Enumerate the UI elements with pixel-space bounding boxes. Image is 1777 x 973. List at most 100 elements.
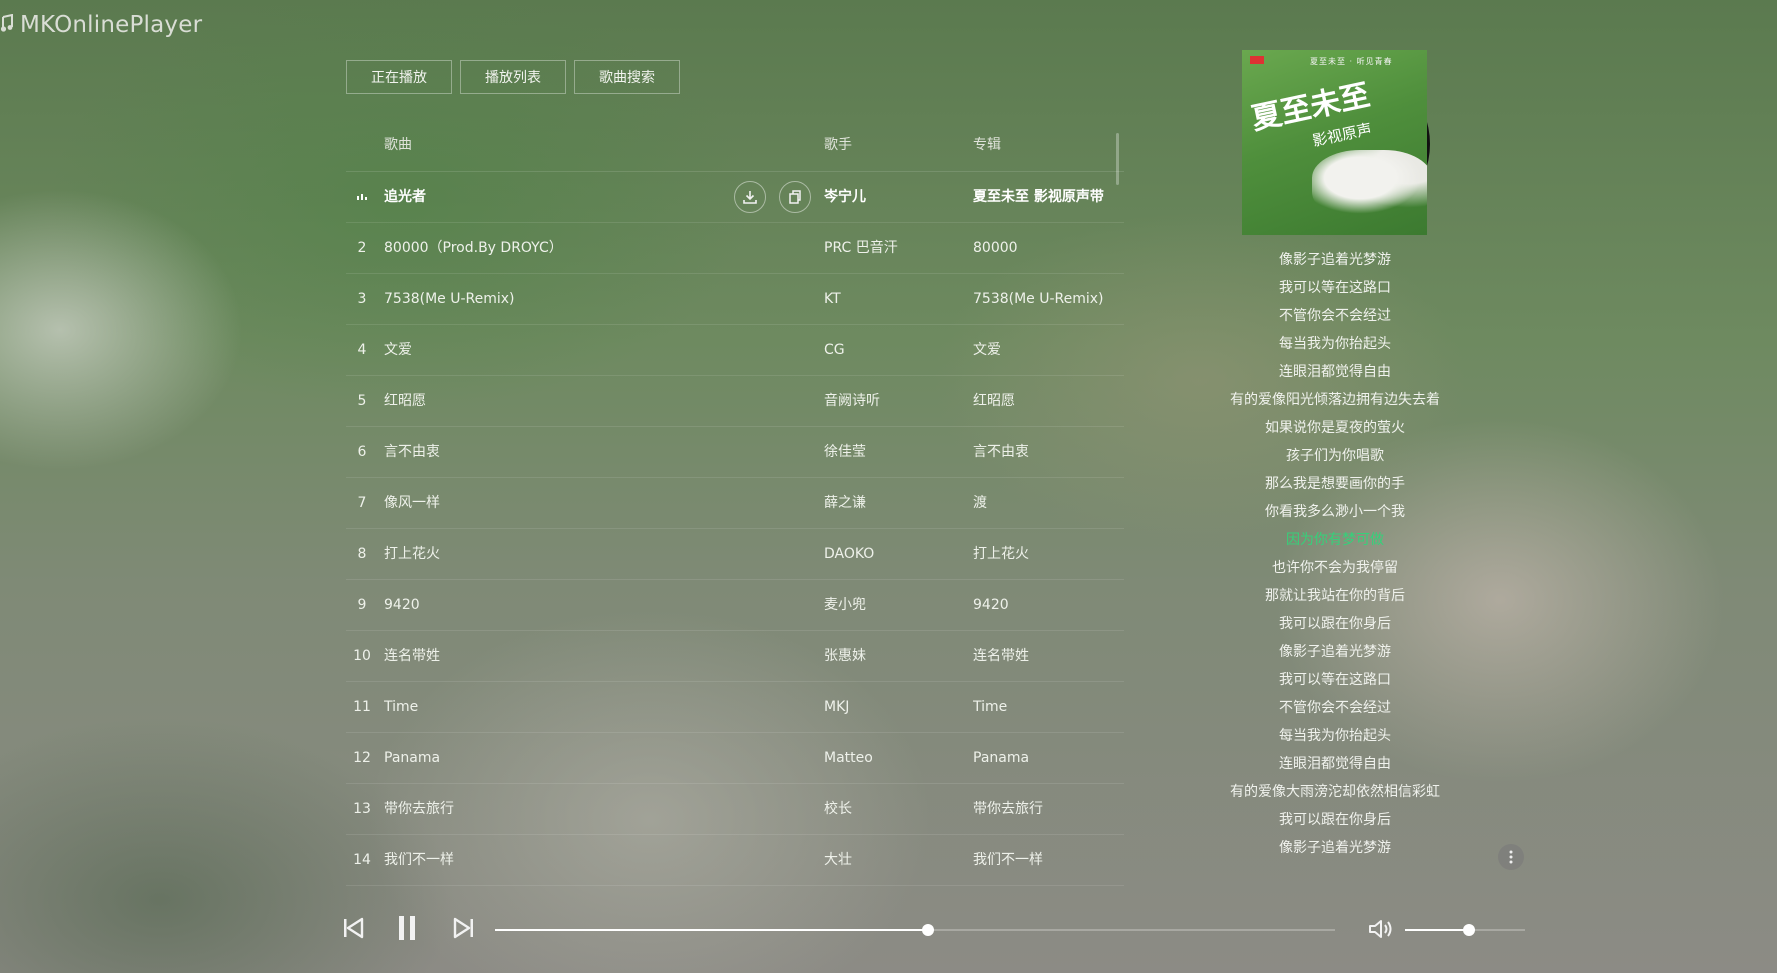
song-row[interactable]: 追光者 岑宁儿 夏至未至 影视原声带	[346, 172, 1124, 223]
song-number: 7	[357, 495, 367, 511]
song-row[interactable]: 8 打上花火 DAOKO 打上花火	[346, 529, 1124, 580]
song-number: 11	[353, 699, 371, 715]
lyric-line-current: 因为你有梦可做	[1286, 532, 1384, 548]
lyric-line: 有的爱像大雨滂沱却依然相信彩虹	[1230, 784, 1440, 800]
song-title[interactable]: 追光者	[384, 172, 724, 222]
download-button[interactable]	[734, 181, 766, 213]
more-vertical-icon	[1509, 850, 1513, 864]
volume-fill	[1405, 929, 1469, 931]
volume-icon	[1369, 920, 1392, 938]
volume-button[interactable]	[1368, 918, 1394, 944]
lyric-line: 我可以等在这路口	[1279, 280, 1391, 296]
row-actions	[734, 181, 811, 213]
tab-now-playing[interactable]: 正在播放	[346, 60, 452, 94]
song-title[interactable]: Panama	[384, 733, 724, 783]
lyric-line-partial	[1195, 232, 1475, 246]
album-art: 夏至未至 · 听见青春 夏至未至 影视原声	[1242, 50, 1427, 235]
song-album[interactable]: 7538(Me U-Remix)	[973, 274, 1113, 324]
song-album[interactable]: 80000	[973, 223, 1113, 273]
song-artist[interactable]: Matteo	[824, 733, 964, 783]
tab-playlist[interactable]: 播放列表	[460, 60, 566, 94]
pause-button[interactable]	[396, 915, 418, 945]
song-artist[interactable]: 岑宁儿	[824, 172, 964, 222]
song-title[interactable]: 打上花火	[384, 529, 724, 579]
song-row[interactable]: 7 像风一样 薛之谦渡	[346, 478, 1124, 529]
more-options-button[interactable]	[1498, 844, 1524, 870]
volume-slider[interactable]	[1405, 924, 1525, 936]
song-artist[interactable]: 音阙诗听	[824, 376, 964, 426]
song-album[interactable]: 红昭愿	[973, 376, 1113, 426]
song-row[interactable]: 12 Panama Matteo Panama	[346, 733, 1124, 784]
song-artist[interactable]: PRC 巴音汗	[824, 223, 964, 273]
progress-bar[interactable]	[495, 924, 1335, 936]
song-album[interactable]: 打上花火	[973, 529, 1113, 579]
lyric-line: 那么我是想要画你的手	[1265, 476, 1405, 492]
tab-bar: 正在播放 播放列表 歌曲搜索	[346, 60, 680, 94]
song-artist[interactable]: DAOKO	[824, 529, 964, 579]
song-number: 4	[357, 342, 367, 358]
song-row[interactable]: 14 我们不一样 大壮 我们不一样	[346, 835, 1124, 886]
song-title[interactable]: 带你去旅行	[384, 784, 724, 834]
album-art-figures	[1312, 150, 1427, 220]
now-playing-icon	[346, 172, 378, 222]
previous-button[interactable]	[342, 917, 364, 943]
song-album[interactable]: 我们不一样	[973, 835, 1113, 885]
song-title[interactable]: 文爱	[384, 325, 724, 375]
song-artist[interactable]: CG	[824, 325, 964, 375]
lyric-line: 那就让我站在你的背后	[1265, 588, 1405, 604]
tab-song-search[interactable]: 歌曲搜索	[574, 60, 680, 94]
song-title[interactable]: 言不由衷	[384, 427, 724, 477]
song-album[interactable]: 带你去旅行	[973, 784, 1113, 834]
share-button[interactable]	[779, 181, 811, 213]
song-artist[interactable]: 大壮	[824, 835, 964, 885]
song-title[interactable]: Time	[384, 682, 724, 732]
song-album[interactable]: 言不由衷	[973, 427, 1113, 477]
lyric-line: 不管你会不会经过	[1279, 308, 1391, 324]
song-album[interactable]: 夏至未至 影视原声带	[973, 172, 1113, 222]
song-row[interactable]: 10 连名带姓 张惠妹 连名带姓	[346, 631, 1124, 682]
pause-icon	[399, 916, 415, 940]
song-row[interactable]: 5 红昭愿 音阙诗听 红昭愿	[346, 376, 1124, 427]
song-title[interactable]: 我们不一样	[384, 835, 724, 885]
song-artist[interactable]: 张惠妹	[824, 631, 964, 681]
song-title[interactable]: 像风一样	[384, 478, 724, 528]
lyrics-panel: 像影子追着光梦游 我可以等在这路口 不管你会不会经过 每当我为你抬起头 连眼泪都觉得自由…	[1195, 232, 1475, 877]
song-album[interactable]: 9420	[973, 580, 1113, 630]
song-title[interactable]: 9420	[384, 580, 724, 630]
song-album[interactable]: 渡	[973, 478, 1113, 528]
song-row[interactable]: 3 7538(Me U-Remix) KT 7538(Me U-Remix)	[346, 274, 1124, 325]
song-title[interactable]: 红昭愿	[384, 376, 724, 426]
song-number: 2	[357, 240, 367, 256]
song-artist[interactable]: 校长	[824, 784, 964, 834]
header-song: 歌曲	[384, 137, 412, 153]
song-artist[interactable]: MKJ	[824, 682, 964, 732]
song-artist[interactable]: 徐佳莹	[824, 427, 964, 477]
music-note-icon	[0, 12, 18, 38]
song-album[interactable]: Panama	[973, 733, 1113, 783]
lyric-line: 也许你不会为我停留	[1272, 560, 1398, 576]
skip-previous-icon	[344, 917, 364, 939]
song-title[interactable]: 连名带姓	[384, 631, 724, 681]
list-scrollbar[interactable]	[1116, 133, 1119, 185]
song-artist[interactable]: 麦小兜	[824, 580, 964, 630]
song-title[interactable]: 80000（Prod.By DROYC）	[384, 223, 724, 273]
song-row[interactable]: 4 文爱 CG 文爱	[346, 325, 1124, 376]
song-album[interactable]: Time	[973, 682, 1113, 732]
song-artist[interactable]: KT	[824, 274, 964, 324]
song-row[interactable]: 13 带你去旅行 校长 带你去旅行	[346, 784, 1124, 835]
song-row[interactable]: 9 9420 麦小兜 9420	[346, 580, 1124, 631]
song-album[interactable]: 文爱	[973, 325, 1113, 375]
lyric-line: 像影子追着光梦游	[1279, 644, 1391, 660]
next-button[interactable]	[453, 917, 475, 943]
song-row[interactable]: 6 言不由衷 徐佳莹 言不由衷	[346, 427, 1124, 478]
skip-next-icon	[453, 917, 473, 939]
volume-handle[interactable]	[1462, 924, 1475, 936]
song-title[interactable]: 7538(Me U-Remix)	[384, 274, 724, 324]
song-row[interactable]: 11 Time MKJ Time	[346, 682, 1124, 733]
song-album[interactable]: 连名带姓	[973, 631, 1113, 681]
song-number: 14	[353, 852, 371, 868]
progress-handle[interactable]	[922, 924, 935, 936]
song-artist[interactable]: 薛之谦	[824, 478, 964, 528]
song-row[interactable]: 2 80000（Prod.By DROYC） PRC 巴音汗 80000	[346, 223, 1124, 274]
song-number: 6	[357, 444, 367, 460]
